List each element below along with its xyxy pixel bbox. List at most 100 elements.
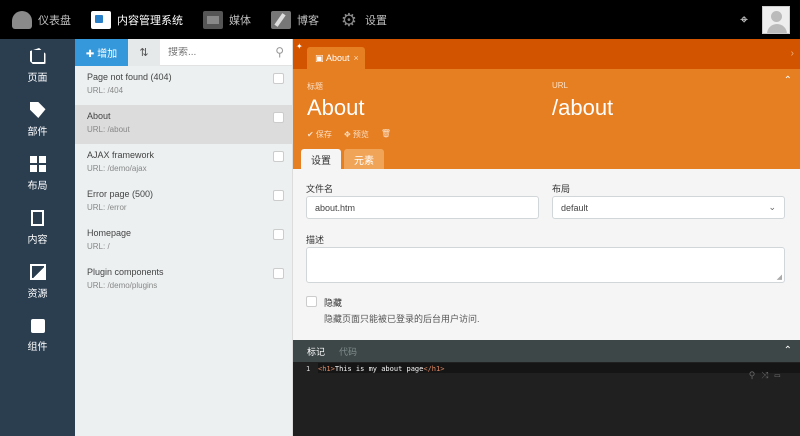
page-url[interactable]: /about [552, 95, 613, 121]
search-icon[interactable]: ⚲ [275, 45, 284, 59]
title-label: 标题 [307, 82, 323, 91]
layout-select-value: default [561, 203, 589, 213]
list-toolbar: ✚ 增加 ⇅ ⚲ [75, 39, 292, 66]
tab-code[interactable]: 代码 [339, 345, 357, 358]
sidebar-item-components[interactable]: 组件 [0, 309, 75, 363]
sidebar-item-partials[interactable]: 部件 [0, 93, 75, 147]
save-button[interactable]: ✔ 保存 [307, 129, 332, 140]
line-number: 1 [293, 362, 318, 436]
list-item-url: URL: /demo/plugins [87, 281, 158, 290]
list-item-title: About [87, 111, 111, 121]
list-item-checkbox[interactable] [273, 151, 284, 162]
list-item-title: Page not found (404) [87, 72, 172, 82]
search-input[interactable] [168, 46, 276, 58]
topnav-settings[interactable]: ⚙ 设置 [327, 0, 395, 39]
topnav-cms[interactable]: 内容管理系统 [79, 0, 191, 39]
layout-select[interactable]: default ⌄ [552, 196, 785, 219]
list-item-url: URL: /404 [87, 86, 124, 95]
sidebar-item-assets[interactable]: 资源 [0, 255, 75, 309]
topnav-media[interactable]: 媒体 [191, 0, 259, 39]
assets-icon [29, 264, 46, 280]
preview-button[interactable]: ✥ 预览 [344, 129, 369, 140]
page-list-panel: ✚ 增加 ⇅ ⚲ Page not found (404) URL: /404 … [75, 39, 293, 436]
chevron-up-icon[interactable]: ⌃ [784, 75, 792, 86]
chevron-down-icon: ⌄ [768, 202, 776, 212]
close-icon[interactable]: × [354, 53, 359, 63]
add-button[interactable]: ✚ 增加 [75, 39, 128, 66]
description-label: 描述 [306, 235, 325, 245]
topnav-cms-label: 内容管理系统 [117, 14, 183, 27]
list-item-checkbox[interactable] [273, 268, 284, 279]
list-item[interactable]: Page not found (404) URL: /404 [75, 66, 292, 105]
partials-icon [29, 102, 46, 118]
search-icon[interactable]: ⚲ [749, 371, 756, 381]
sidebar-item-pages[interactable]: 页面 [0, 39, 75, 93]
sidebar-item-label: 布局 [27, 181, 48, 192]
list-item-checkbox[interactable] [273, 112, 284, 123]
editor-toolbar: ⚲ ⤨ ▭ [749, 371, 780, 381]
list-item-checkbox[interactable] [273, 229, 284, 240]
topnav-dashboard[interactable]: 仪表盘 [0, 0, 79, 39]
tab-about[interactable]: ▣ About × [307, 47, 365, 69]
tab-settings[interactable]: 设置 [301, 149, 341, 169]
sidebar-item-label: 部件 [27, 127, 48, 138]
sidebar-item-label: 资源 [27, 289, 48, 300]
code-line[interactable]: <h1>This is my about page</h1> [318, 365, 444, 373]
topnav-settings-label: 设置 [365, 14, 387, 27]
list-item-title: Error page (500) [87, 189, 154, 199]
layout-label: 布局 [552, 184, 571, 194]
list-item-url: URL: /about [87, 125, 130, 134]
resize-handle-icon[interactable]: ◢ [777, 273, 782, 281]
layouts-icon [29, 156, 46, 172]
description-field[interactable]: ◢ [306, 247, 785, 283]
chevron-up-icon[interactable]: ⌃ [784, 345, 792, 356]
sidebar-item-label: 组件 [27, 342, 48, 353]
code-close-tag: </h1> [423, 365, 445, 373]
blog-icon [271, 10, 291, 29]
code-editor[interactable]: 1 <h1>This is my about page</h1> ⚲ ⤨ ▭ [293, 362, 800, 436]
sidebar-item-label: 内容 [27, 235, 48, 246]
tab-label: About [326, 53, 350, 63]
list-item-title: AJAX framework [87, 150, 155, 160]
fullscreen-icon[interactable]: ▭ [775, 371, 780, 381]
settings-form: 文件名 about.htm 布局 default ⌄ 描述 ◢ 隐藏 隐藏页面只… [293, 169, 800, 340]
crosshair-icon[interactable]: ⌖ [740, 11, 748, 28]
page-header: ⌃ 标题 About URL /about ✔ 保存 ✥ 预览 🗑 设置 元素 [293, 69, 800, 169]
editor-tabstrip: ✦ ▣ About × › [293, 39, 800, 69]
delete-icon[interactable]: 🗑 [381, 129, 391, 140]
tab-markup[interactable]: 标记 [307, 345, 325, 358]
chevron-right-icon[interactable]: › [791, 48, 794, 59]
list-item[interactable]: About URL: /about [75, 105, 292, 144]
pin-icon[interactable]: ✦ [296, 42, 303, 51]
list-item[interactable]: Homepage URL: / [75, 222, 292, 261]
url-label: URL [552, 81, 569, 90]
components-icon [30, 319, 45, 333]
avatar[interactable] [762, 5, 790, 34]
list-item-title: Plugin components [87, 267, 164, 277]
sort-button[interactable]: ⇅ [128, 39, 160, 66]
pages-icon [29, 48, 46, 64]
topnav-dashboard-label: 仪表盘 [38, 14, 71, 27]
dashboard-icon [12, 10, 32, 29]
list-item-checkbox[interactable] [273, 190, 284, 201]
topnav-blog[interactable]: 博客 [259, 0, 327, 39]
list-item[interactable]: Error page (500) URL: /error [75, 183, 292, 222]
tab-meta[interactable]: 元素 [344, 149, 384, 169]
filename-label: 文件名 [306, 184, 334, 194]
topnav-blog-label: 博客 [297, 14, 319, 27]
media-icon [203, 10, 223, 29]
hidden-checkbox[interactable] [306, 296, 317, 307]
sidebar-item-label: 页面 [27, 73, 48, 84]
list-item-checkbox[interactable] [273, 73, 284, 84]
filename-field[interactable]: about.htm [306, 196, 539, 219]
list-item[interactable]: Plugin components URL: /demo/plugins [75, 261, 292, 300]
shuffle-icon[interactable]: ⤨ [761, 371, 768, 381]
list-item[interactable]: AJAX framework URL: /demo/ajax [75, 144, 292, 183]
page-title[interactable]: About [307, 95, 365, 121]
page-editor: ✦ ▣ About × › ⌃ 标题 About URL /about ✔ 保存… [293, 39, 800, 436]
sidebar-item-content[interactable]: 内容 [0, 201, 75, 255]
search-box: ⚲ [160, 39, 292, 66]
top-navigation-bar: 仪表盘 内容管理系统 媒体 博客 ⚙ 设置 ⌖ [0, 0, 800, 39]
gear-icon: ⚙ [340, 9, 358, 30]
sidebar-item-layouts[interactable]: 布局 [0, 147, 75, 201]
